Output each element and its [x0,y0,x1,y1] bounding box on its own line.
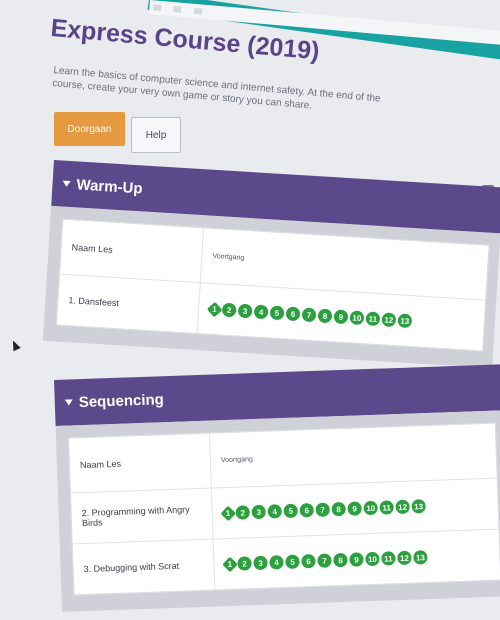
progress-bubble[interactable]: 5 [285,554,300,570]
progress-bubble[interactable]: 11 [365,311,381,327]
progress-bubble[interactable]: 4 [267,504,282,519]
progress-bubble[interactable]: 11 [381,551,396,566]
lesson-table: Naam Les Voortgang 2. Programming with A… [68,422,500,596]
column-header-name: Naam Les [60,219,205,283]
progress-bubble[interactable]: 10 [363,500,378,516]
progress-bubble[interactable]: 7 [301,307,317,323]
progress-bubble[interactable]: 3 [253,555,268,571]
progress-bubble[interactable]: 6 [299,503,314,518]
progress-bubble[interactable]: 2 [221,302,237,318]
progress-bubble[interactable]: 6 [301,553,316,569]
progress-bubbles: 1 2 3 4 5 6 7 8 9 10 11 12 13 [220,499,428,521]
caret-down-icon[interactable] [64,399,73,406]
progress-bubble[interactable]: 9 [333,309,349,325]
progress-bubble[interactable]: 1 [222,556,238,572]
help-button[interactable]: Help [131,117,181,153]
page-title: Express Course (2019) [49,14,321,66]
progress-bubble[interactable]: 13 [411,499,426,514]
mouse-pointer-icon [9,338,21,352]
column-header-name: Naam Les [69,433,212,493]
progress-bubble[interactable]: 5 [283,503,298,519]
lesson-name[interactable]: 2. Programming with Angry Birds [70,488,214,544]
progress-bubbles: 1 2 3 4 5 6 7 8 9 10 11 12 13 [206,301,414,329]
progress-bubble[interactable]: 10 [349,310,365,326]
progress-bubble[interactable]: 1 [206,301,223,317]
course-page: Express Course (2019) Learn the basics o… [0,0,500,620]
section-sequencing: Sequencing Naam Les Voortgang 2. Program… [54,364,500,612]
lesson-name[interactable]: 3. Debugging with Scrat [72,539,216,595]
progress-bubble[interactable]: 8 [317,308,333,324]
progress-bubble[interactable]: 3 [237,303,253,319]
lesson-progress: 1 2 3 4 5 6 7 8 9 10 11 12 13 [214,530,500,590]
progress-bubble[interactable]: 5 [269,305,285,321]
progress-bubble[interactable]: 13 [413,550,428,565]
progress-bubble[interactable]: 4 [269,555,284,570]
caret-down-icon[interactable] [62,180,71,188]
progress-bubble[interactable]: 12 [381,312,397,328]
lesson-progress: 1 2 3 4 5 6 7 8 9 10 11 12 13 [212,479,499,539]
progress-bubble[interactable]: 7 [317,553,332,568]
progress-bubble[interactable]: 10 [365,551,380,567]
progress-bubble[interactable]: 2 [237,556,252,571]
progress-bubble[interactable]: 9 [349,552,364,567]
section-body: Naam Les Voortgang 2. Programming with A… [55,410,500,612]
section-body: Naam Les Voortgang 1. Dansfeest 12345678… [42,205,500,369]
progress-bubble[interactable]: 6 [285,306,301,322]
progress-bubble[interactable]: 13 [397,313,413,329]
progress-bubbles: 1 2 3 4 5 6 7 8 9 10 11 12 13 [222,550,429,572]
progress-bubble[interactable]: 3 [251,504,266,520]
progress-bubble[interactable]: 11 [379,500,394,515]
lesson-name[interactable]: 1. Dansfeest [56,274,201,334]
progress-bubble[interactable]: 1 [220,505,237,521]
continue-button[interactable]: Doorgaan [54,112,125,146]
progress-bubble[interactable]: 12 [397,550,412,566]
column-header-progress: Voortgang [220,455,253,464]
progress-bubble[interactable]: 4 [253,304,269,320]
progress-bubble[interactable]: 7 [315,502,330,517]
lesson-table: Naam Les Voortgang 1. Dansfeest 12345678… [55,218,490,352]
progress-bubble[interactable]: 8 [331,501,346,517]
section-warm-up: Warm-Up Naam Les Voortgang 1. Dansfeest … [42,160,500,369]
progress-bubble[interactable]: 12 [395,499,410,515]
section-title: Warm-Up [76,175,144,197]
section-title: Sequencing [78,390,165,411]
progress-bubble[interactable]: 8 [333,552,348,568]
progress-bubble[interactable]: 2 [235,505,250,520]
progress-bubble[interactable]: 9 [347,501,362,516]
